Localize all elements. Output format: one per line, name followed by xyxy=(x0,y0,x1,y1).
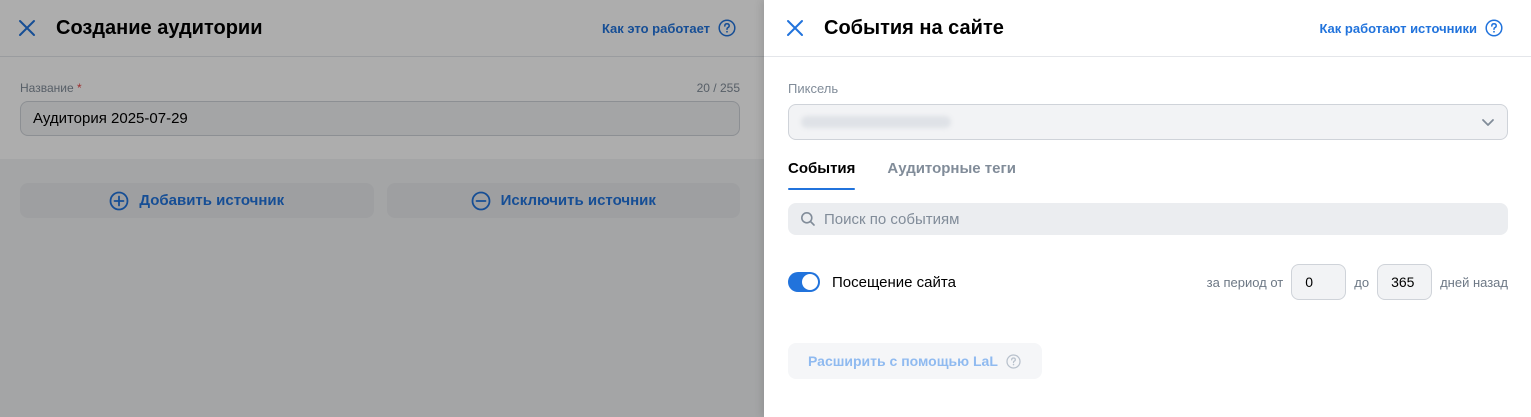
close-icon xyxy=(19,20,35,36)
site-events-body: Пиксель События Аудиторные теги Посещени… xyxy=(764,57,1531,379)
site-visit-toggle[interactable] xyxy=(788,272,820,292)
add-source-label: Добавить источник xyxy=(139,192,285,209)
exclude-source-button[interactable]: Исключить источник xyxy=(386,183,740,218)
site-events-panel: События на сайте Как работают источники … xyxy=(764,0,1531,417)
name-counter: 20 / 255 xyxy=(696,81,740,95)
expand-lal-label: Расширить с помощью LaL xyxy=(808,353,998,369)
source-actions: Добавить источник Исключить источник xyxy=(0,159,764,417)
exclude-source-label: Исключить источник xyxy=(500,192,656,209)
event-row: Посещение сайта за период от до дней наз… xyxy=(788,263,1508,301)
period-controls: за период от до дней назад xyxy=(1207,264,1508,300)
plus-circle-icon xyxy=(109,191,129,210)
site-events-header: События на сайте Как работают источники xyxy=(764,0,1531,57)
close-audience-button[interactable] xyxy=(16,17,38,39)
how-sources-work-label: Как работают источники xyxy=(1319,20,1477,36)
panel-title: События на сайте xyxy=(824,16,1004,39)
period-from-input[interactable] xyxy=(1291,264,1347,300)
pixel-select[interactable] xyxy=(788,104,1508,140)
close-site-events-button[interactable] xyxy=(784,17,806,39)
toggle-knob xyxy=(802,274,818,290)
pixel-label: Пиксель xyxy=(788,81,839,96)
audience-header: Создание аудитории Как это работает xyxy=(0,0,764,57)
question-icon xyxy=(1485,19,1503,37)
period-from-label: за период от xyxy=(1206,274,1284,290)
name-field-header: Название * 20 / 255 xyxy=(20,81,740,95)
events-tabs: События Аудиторные теги xyxy=(788,160,1508,190)
audience-name-section: Название * 20 / 255 xyxy=(0,57,764,159)
name-label: Название xyxy=(20,81,74,95)
pixel-value-redacted xyxy=(801,116,951,128)
name-label-wrap: Название * xyxy=(20,81,82,95)
close-icon xyxy=(787,20,803,36)
search-icon xyxy=(801,212,815,226)
events-search-input[interactable] xyxy=(824,210,1474,228)
question-icon xyxy=(718,19,736,37)
period-to-input[interactable] xyxy=(1377,264,1433,300)
required-mark: * xyxy=(76,81,82,95)
how-sources-work-link[interactable]: Как работают источники xyxy=(1319,19,1503,37)
how-it-works-label: Как это работает xyxy=(601,20,710,36)
audience-name-input[interactable] xyxy=(20,101,740,136)
tab-audience-tags[interactable]: Аудиторные теги xyxy=(887,160,1016,190)
question-icon xyxy=(1006,353,1021,369)
events-search xyxy=(788,203,1508,235)
period-suffix: дней назад xyxy=(1440,274,1508,290)
event-label: Посещение сайта xyxy=(832,273,956,291)
page-title: Создание аудитории xyxy=(56,16,263,39)
tab-events[interactable]: События xyxy=(788,160,856,190)
how-it-works-link[interactable]: Как это работает xyxy=(602,19,736,37)
period-to-label: до xyxy=(1354,274,1370,290)
expand-lal-button[interactable]: Расширить с помощью LaL xyxy=(788,343,1042,379)
add-source-button[interactable]: Добавить источник xyxy=(20,183,374,218)
chevron-down-icon xyxy=(1482,119,1494,126)
audience-create-panel: Создание аудитории Как это работает Назв… xyxy=(0,0,764,417)
minus-circle-icon xyxy=(471,191,491,210)
